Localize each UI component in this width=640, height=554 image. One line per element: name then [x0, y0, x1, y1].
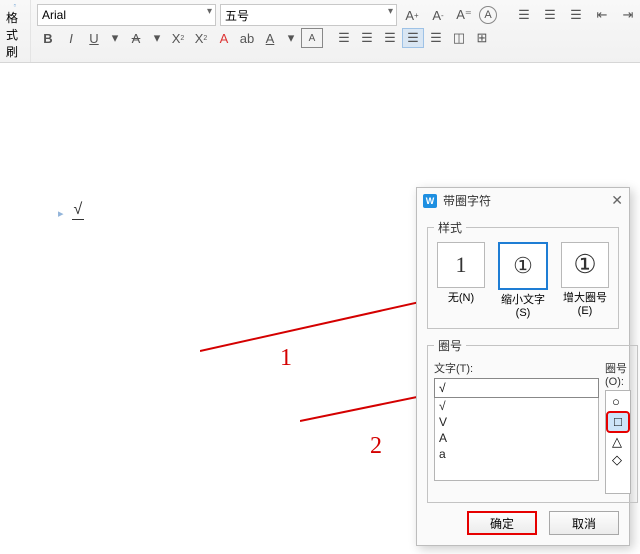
style-enlarge-label: 增大圈号(E)	[558, 292, 612, 318]
list-item[interactable]: √	[435, 398, 598, 414]
text-input[interactable]	[434, 378, 599, 398]
format-painter-button[interactable]: 格式刷	[0, 0, 31, 62]
multilevel-button[interactable]: ☰	[565, 5, 587, 25]
list-item[interactable]: A	[435, 430, 598, 446]
page-break-icon: ▸	[58, 207, 64, 220]
shape-option-diamond[interactable]: ◇	[606, 451, 630, 469]
style-option-none[interactable]: 1 无(N)	[434, 242, 488, 320]
shrink-font-button[interactable]: A-	[427, 5, 449, 25]
dialog-title: 带圈字符	[443, 192, 491, 209]
borders-button[interactable]: ⊞	[471, 28, 493, 48]
char-border-button[interactable]: A	[301, 28, 323, 48]
change-case-button[interactable]: A⁼	[453, 5, 475, 25]
enclose-fieldset: 圈号 文字(T): √ V A a 圈号(O):	[427, 337, 638, 503]
superscript-button[interactable]: X2	[167, 28, 189, 48]
list-item[interactable]: a	[435, 446, 598, 462]
style-none-preview: 1	[437, 242, 485, 288]
highlight-button[interactable]: ab	[236, 28, 258, 48]
grow-font-button[interactable]: A+	[401, 5, 423, 25]
annotation-number-1: 1	[280, 345, 292, 372]
char-shading-more[interactable]: ▾	[282, 28, 300, 48]
style-option-enlarge[interactable]: ① 增大圈号(E)	[558, 242, 612, 320]
underline-more-icon[interactable]: ▾	[106, 28, 124, 48]
annotation-number-2: 2	[370, 433, 382, 460]
align-distribute-button[interactable]: ☰	[333, 28, 355, 48]
font-size-select[interactable]	[220, 4, 397, 26]
clipboard-icon	[6, 4, 24, 7]
font-family-select[interactable]	[37, 4, 216, 26]
text-label: 文字(T):	[434, 360, 599, 376]
ribbon: 格式刷 A+ A- A⁼ A ☰ ☰ ☰ ⇤ ⇥ 文 A↓ ↵ B I U ▾ …	[0, 0, 640, 63]
align-center-button[interactable]: ☰	[379, 28, 401, 48]
shape-option-square[interactable]: □	[606, 411, 630, 433]
style-option-shrink[interactable]: ① 缩小文字(S)	[496, 242, 550, 320]
shading-button[interactable]: ◫	[448, 28, 470, 48]
char-shading-button[interactable]: A	[259, 28, 281, 48]
text-options-list[interactable]: √ V A a	[434, 397, 599, 481]
shape-label: 圈号(O):	[605, 360, 631, 388]
sample-character: √	[72, 201, 85, 220]
shape-options-list[interactable]: ○ □ △ ◇	[605, 390, 631, 494]
style-shrink-preview: ①	[498, 242, 548, 290]
bold-button[interactable]: B	[37, 28, 59, 48]
align-justify-button[interactable]: ☰	[402, 28, 424, 48]
style-none-label: 无(N)	[448, 292, 474, 305]
style-shrink-label: 缩小文字(S)	[496, 294, 550, 320]
close-icon[interactable]: ✕	[611, 192, 623, 209]
document-canvas[interactable]: ▸ √ 1 2 W 带圈字符 ✕ 样式 1 无(N)	[0, 63, 640, 553]
underline-button[interactable]: U	[83, 28, 105, 48]
enclosed-char-dialog: W 带圈字符 ✕ 样式 1 无(N) ① 缩小文字(S) ①	[416, 187, 630, 546]
cancel-button[interactable]: 取消	[549, 511, 619, 535]
style-fieldset: 样式 1 无(N) ① 缩小文字(S) ① 增大圈号(E)	[427, 219, 619, 329]
shape-option-triangle[interactable]: △	[606, 433, 630, 451]
numbering-button[interactable]: ☰	[539, 5, 561, 25]
list-item[interactable]: V	[435, 414, 598, 430]
line-spacing-button[interactable]: ☰	[425, 28, 447, 48]
style-legend: 样式	[434, 219, 466, 236]
enclose-legend: 圈号	[434, 337, 466, 354]
app-logo-icon: W	[423, 194, 437, 208]
format-painter-label: 格式刷	[6, 9, 24, 60]
align-left-button[interactable]: ☰	[356, 28, 378, 48]
italic-button[interactable]: I	[60, 28, 82, 48]
decrease-indent-button[interactable]: ⇤	[591, 5, 613, 25]
ok-button[interactable]: 确定	[467, 511, 537, 535]
style-enlarge-preview: ①	[561, 242, 609, 288]
bullets-button[interactable]: ☰	[513, 5, 535, 25]
shape-option-circle[interactable]: ○	[606, 393, 630, 411]
font-color-button[interactable]: A	[213, 28, 235, 48]
subscript-button[interactable]: X2	[190, 28, 212, 48]
strike-button[interactable]: A	[125, 28, 147, 48]
dialog-titlebar[interactable]: W 带圈字符 ✕	[417, 188, 629, 213]
cursor-position: ▸ √	[58, 201, 84, 220]
enclosed-char-button[interactable]: A	[479, 6, 497, 24]
increase-indent-button[interactable]: ⇥	[617, 5, 639, 25]
strike-more-icon[interactable]: ▾	[148, 28, 166, 48]
